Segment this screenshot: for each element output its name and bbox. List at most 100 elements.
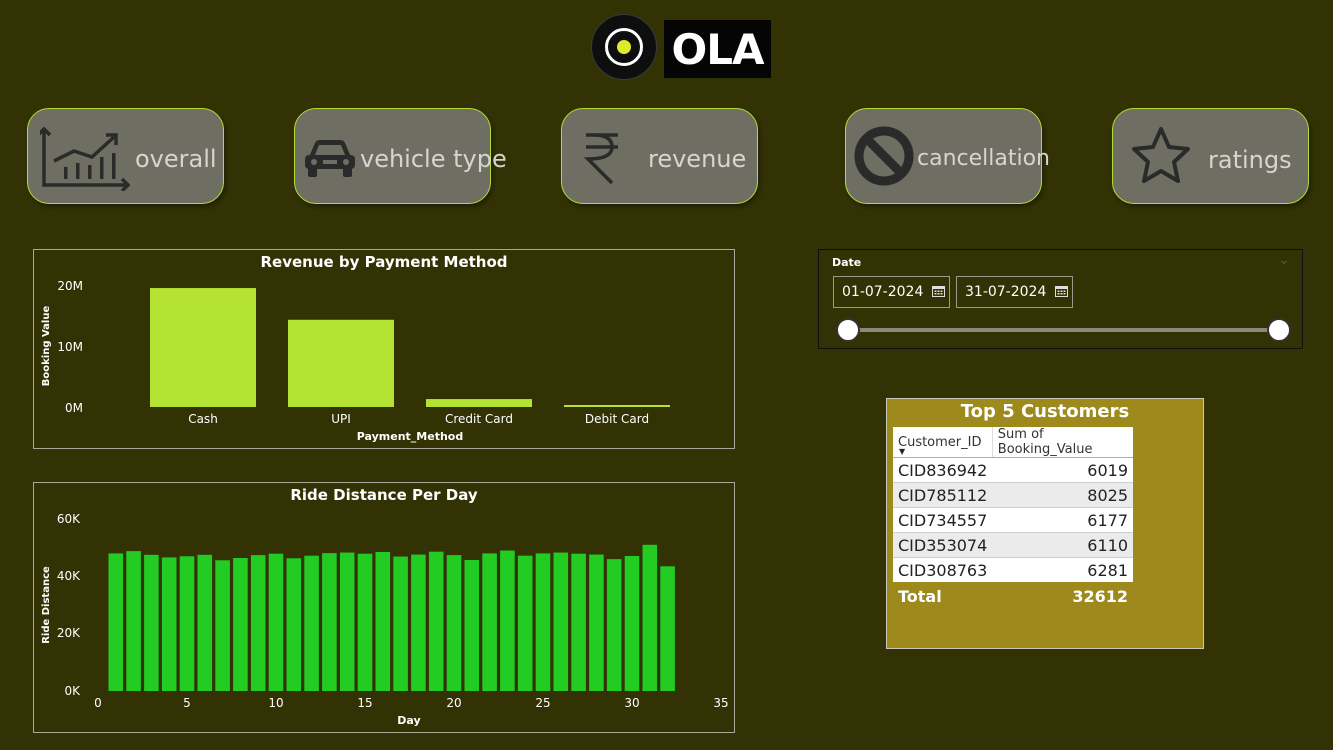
distance-y-axis-label: Ride Distance xyxy=(41,566,52,644)
chevron-down-icon[interactable]: ⌄ xyxy=(1278,252,1290,268)
distance-bar[interactable] xyxy=(179,556,195,691)
revenue-ytick: 0M xyxy=(65,401,83,415)
total-value: 32612 xyxy=(1072,586,1128,606)
distance-bar[interactable] xyxy=(268,553,284,691)
revenue-ytick: 20M xyxy=(57,279,83,293)
booking-value-cell: 6281 xyxy=(992,557,1133,582)
ola-logo: OLA xyxy=(591,14,773,82)
distance-xtick: 30 xyxy=(624,696,639,710)
distance-bar[interactable] xyxy=(126,551,141,691)
distance-bar[interactable] xyxy=(482,553,497,691)
distance-bar[interactable] xyxy=(571,553,586,691)
column-header-customer-id[interactable]: Customer_ID ▼ xyxy=(893,427,993,458)
revenue-bar[interactable] xyxy=(150,288,256,407)
top-customers-table: Customer_ID ▼ Sum of Booking_Value CID83… xyxy=(893,427,1133,610)
distance-bar[interactable] xyxy=(589,554,604,691)
date-range-end-handle[interactable] xyxy=(1267,318,1291,342)
distance-bar[interactable] xyxy=(304,555,319,691)
distance-bar[interactable] xyxy=(660,566,675,691)
calendar-icon[interactable] xyxy=(1055,285,1068,297)
revenue-category-label: UPI xyxy=(331,412,351,426)
revenue-bar[interactable] xyxy=(288,319,394,407)
date-range-start-handle[interactable] xyxy=(836,318,860,342)
date-slicer: Date ⌄ 01-07-2024 31-07-2024 xyxy=(818,249,1303,349)
distance-bar[interactable] xyxy=(215,560,230,691)
nav-button-cancellation[interactable]: cancellation xyxy=(845,108,1050,204)
end-date-input[interactable]: 31-07-2024 xyxy=(956,276,1073,308)
ola-logo-emblem xyxy=(591,14,657,80)
distance-bar[interactable] xyxy=(535,553,551,691)
revenue-bar[interactable] xyxy=(564,405,670,407)
distance-bar[interactable] xyxy=(464,559,480,691)
booking-value-cell: 6110 xyxy=(992,532,1133,558)
date-range-track[interactable] xyxy=(849,328,1281,332)
line-chart-icon xyxy=(40,127,130,191)
distance-ytick: 40K xyxy=(57,569,81,583)
nav-label-vehicle-type: vehicle type xyxy=(360,145,507,173)
distance-bar[interactable] xyxy=(144,554,159,691)
booking-value-cell: 6177 xyxy=(992,507,1133,533)
distance-bar[interactable] xyxy=(393,556,408,691)
distance-xtick: 25 xyxy=(535,696,550,710)
customer-id-cell: CID308763 xyxy=(893,557,993,582)
start-date-input[interactable]: 01-07-2024 xyxy=(833,276,950,308)
sort-down-icon: ▼ xyxy=(899,447,906,456)
distance-xtick: 15 xyxy=(357,696,372,710)
table-row[interactable]: CID308763 6281 xyxy=(893,557,1133,582)
distance-ytick: 60K xyxy=(57,512,81,526)
table-row[interactable]: CID353074 6110 xyxy=(893,532,1133,558)
nav-button-revenue[interactable]: revenue xyxy=(561,108,758,204)
distance-x-axis-label: Day xyxy=(397,714,420,727)
table-row[interactable]: CID785112 8025 xyxy=(893,482,1133,508)
distance-bar[interactable] xyxy=(197,554,213,691)
top-customers-panel: Top 5 Customers Customer_ID ▼ Sum of Boo… xyxy=(886,398,1204,649)
nav-label-overall: overall xyxy=(135,145,217,173)
distance-bar[interactable] xyxy=(250,555,266,691)
distance-bar[interactable] xyxy=(161,557,177,691)
nav-label-ratings: ratings xyxy=(1208,146,1292,174)
nav-button-ratings[interactable]: ratings xyxy=(1112,108,1309,204)
top-customers-title: Top 5 Customers xyxy=(960,401,1130,422)
distance-bar[interactable] xyxy=(446,555,462,691)
nav-label-revenue: revenue xyxy=(648,145,747,173)
rupee-icon xyxy=(583,133,618,185)
distance-bar[interactable] xyxy=(233,557,248,691)
star-icon xyxy=(1132,127,1190,183)
customer-id-cell: CID836942 xyxy=(893,457,993,483)
distance-xtick: 20 xyxy=(446,696,461,710)
table-row[interactable]: CID734557 6177 xyxy=(893,507,1133,533)
booking-value-cell: 8025 xyxy=(992,482,1133,508)
revenue-x-axis-label: Payment_Method xyxy=(357,430,463,443)
revenue-y-axis-label: Booking Value xyxy=(41,306,52,387)
nav-button-overall[interactable]: overall xyxy=(27,108,224,204)
distance-bar[interactable] xyxy=(375,551,391,691)
distance-bar[interactable] xyxy=(624,555,640,691)
distance-bar[interactable] xyxy=(286,558,302,691)
distance-bar[interactable] xyxy=(428,551,444,691)
distance-bar[interactable] xyxy=(108,553,124,691)
distance-bar[interactable] xyxy=(642,544,658,691)
distance-xtick: 5 xyxy=(183,696,191,710)
distance-bar[interactable] xyxy=(606,559,622,691)
prohibited-icon xyxy=(854,126,914,186)
distance-bar[interactable] xyxy=(357,553,373,691)
revenue-bar[interactable] xyxy=(426,399,532,407)
column-header-booking-value[interactable]: Sum of Booking_Value xyxy=(991,427,1133,458)
revenue-ytick: 10M xyxy=(57,340,83,354)
distance-bar[interactable] xyxy=(339,552,355,691)
distance-bar-chart: 60K 40K 20K 0K Ride Distance Day 0 5 10 15 2… xyxy=(41,512,729,727)
distance-bar[interactable] xyxy=(411,554,426,691)
distance-bar[interactable] xyxy=(553,552,569,691)
distance-bar[interactable] xyxy=(500,550,515,691)
customer-id-cell: CID734557 xyxy=(893,507,993,533)
distance-ytick: 20K xyxy=(57,626,81,640)
distance-bar[interactable] xyxy=(322,553,337,691)
customer-id-cell: CID353074 xyxy=(893,532,993,558)
distance-bar[interactable] xyxy=(517,555,533,691)
distance-ytick: 0K xyxy=(64,684,81,698)
calendar-icon[interactable] xyxy=(932,285,945,297)
table-row[interactable]: CID836942 6019 xyxy=(893,457,1133,483)
nav-label-cancellation: cancellation xyxy=(917,146,1050,171)
date-slicer-label: Date xyxy=(832,256,862,269)
nav-button-vehicle-type[interactable]: vehicle type xyxy=(294,108,507,204)
